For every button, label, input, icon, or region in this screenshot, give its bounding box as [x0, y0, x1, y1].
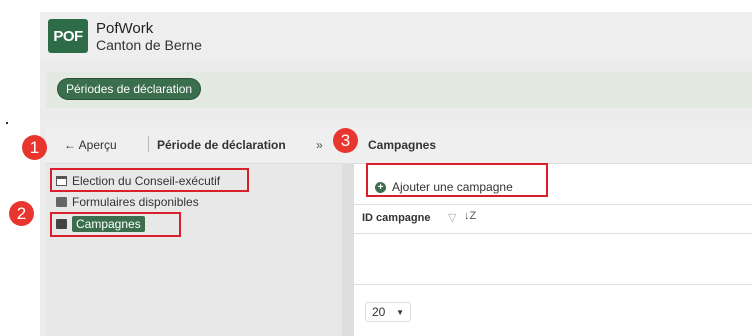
- org-name: Canton de Berne: [96, 37, 202, 53]
- breadcrumb-separator: »: [316, 138, 323, 152]
- filter-icon[interactable]: ▽: [448, 211, 456, 224]
- highlight-box-campaigns: [50, 212, 181, 237]
- table-header: ID campagne ▽ ↓Z: [354, 204, 752, 234]
- app-header: POF PofWork Canton de Berne: [40, 12, 752, 58]
- annotation-badge-2: 2: [9, 201, 34, 226]
- back-to-overview-link[interactable]: ← Aperçu: [64, 138, 117, 152]
- column-header-campaign-id[interactable]: ID campagne: [362, 212, 430, 224]
- top-bar: Périodes de déclaration: [46, 72, 752, 108]
- breadcrumb-bar: ← Aperçu Période de déclaration » Campag…: [46, 127, 752, 164]
- highlight-box-election: [50, 168, 249, 192]
- sort-icon[interactable]: ↓Z: [464, 210, 476, 222]
- panel-splitter[interactable]: [342, 164, 354, 336]
- highlight-box-add-campaign: [366, 163, 548, 197]
- tree-item-label: Formulaires disponibles: [72, 195, 199, 209]
- periods-pill-button[interactable]: Périodes de déclaration: [58, 79, 201, 99]
- page-size-select[interactable]: 20 ▼: [365, 302, 411, 322]
- pager-divider: [354, 284, 752, 285]
- tree-item-forms[interactable]: Formulaires disponibles: [56, 195, 199, 209]
- stray-dot: [6, 122, 8, 124]
- document-icon: [56, 197, 67, 207]
- breadcrumb-period[interactable]: Période de déclaration: [157, 138, 286, 152]
- section-title: Campagnes: [368, 138, 437, 152]
- annotation-badge-3: 3: [333, 128, 358, 153]
- page-size-value: 20: [372, 305, 386, 319]
- chevron-down-icon: ▼: [396, 307, 404, 317]
- breadcrumb-divider: [148, 136, 149, 152]
- app-name: PofWork: [96, 20, 154, 37]
- pof-logo: POF: [48, 19, 88, 53]
- annotation-badge-1: 1: [22, 135, 47, 160]
